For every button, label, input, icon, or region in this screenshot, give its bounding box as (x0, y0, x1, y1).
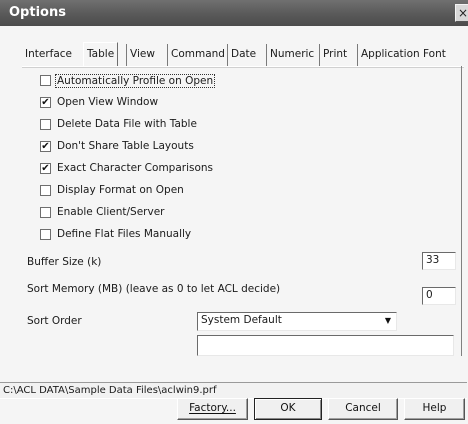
chevron-down-icon[interactable]: ▼ (381, 314, 395, 328)
option-label: Enable Client/Server (57, 206, 165, 218)
factory-button-label: Factory... (189, 402, 236, 414)
panel-border (461, 66, 462, 356)
checkbox-open-view-window[interactable]: ✔ (40, 97, 51, 108)
option-label: Exact Character Comparisons (57, 162, 214, 174)
option-label: Open View Window (57, 96, 159, 108)
tab-interface[interactable]: Interface (22, 44, 75, 66)
sort-order-select[interactable]: System Default ▼ (197, 312, 397, 331)
checkbox-client-server[interactable] (40, 207, 51, 218)
factory-button[interactable]: Factory... (177, 398, 248, 420)
tab-numeric[interactable]: Numeric (266, 44, 317, 66)
sort-order-extra-field[interactable] (197, 335, 454, 356)
option-label: Define Flat Files Manually (57, 228, 192, 240)
checkbox-exact-comparisons[interactable]: ✔ (40, 163, 51, 174)
tab-date[interactable]: Date (227, 44, 259, 66)
sort-memory-input[interactable]: 0 (422, 287, 456, 305)
preferences-file-path: C:\ACL DATA\Sample Data Files\aclwin9.pr… (3, 385, 217, 396)
tab-divider-shadow (22, 67, 464, 68)
tab-print[interactable]: Print (319, 44, 350, 66)
tab-application-font[interactable]: Application Font (357, 44, 449, 66)
buffer-size-input[interactable]: 33 (422, 252, 456, 270)
window-title: Options (9, 5, 66, 20)
sort-memory-label: Sort Memory (MB) (leave as 0 to let ACL … (27, 283, 281, 295)
checkbox-delete-data-file[interactable] (40, 119, 51, 130)
option-label: Automatically Profile on Open (55, 74, 216, 88)
sort-order-label: Sort Order (27, 315, 82, 327)
checkbox-dont-share-layouts[interactable]: ✔ (40, 141, 51, 152)
close-icon[interactable]: × (455, 4, 468, 22)
option-label: Don't Share Table Layouts (57, 140, 194, 152)
buffer-size-label: Buffer Size (k) (27, 256, 102, 268)
help-button[interactable]: Help (404, 398, 465, 420)
checkbox-flat-files[interactable] (40, 229, 51, 240)
ok-button[interactable]: OK (254, 398, 322, 420)
tab-command[interactable]: Command (167, 44, 228, 66)
tab-table[interactable]: Table (83, 42, 119, 67)
status-bar: C:\ACL DATA\Sample Data Files\aclwin9.pr… (0, 382, 467, 399)
checkbox-display-format[interactable] (40, 185, 51, 196)
cancel-button[interactable]: Cancel (328, 398, 398, 420)
option-label: Display Format on Open (57, 184, 184, 196)
title-bar[interactable]: Options × (0, 0, 468, 26)
tab-view[interactable]: View (126, 44, 158, 66)
checkbox-auto-profile[interactable] (40, 75, 51, 86)
option-label: Delete Data File with Table (57, 118, 197, 130)
sort-order-value: System Default (201, 314, 282, 326)
